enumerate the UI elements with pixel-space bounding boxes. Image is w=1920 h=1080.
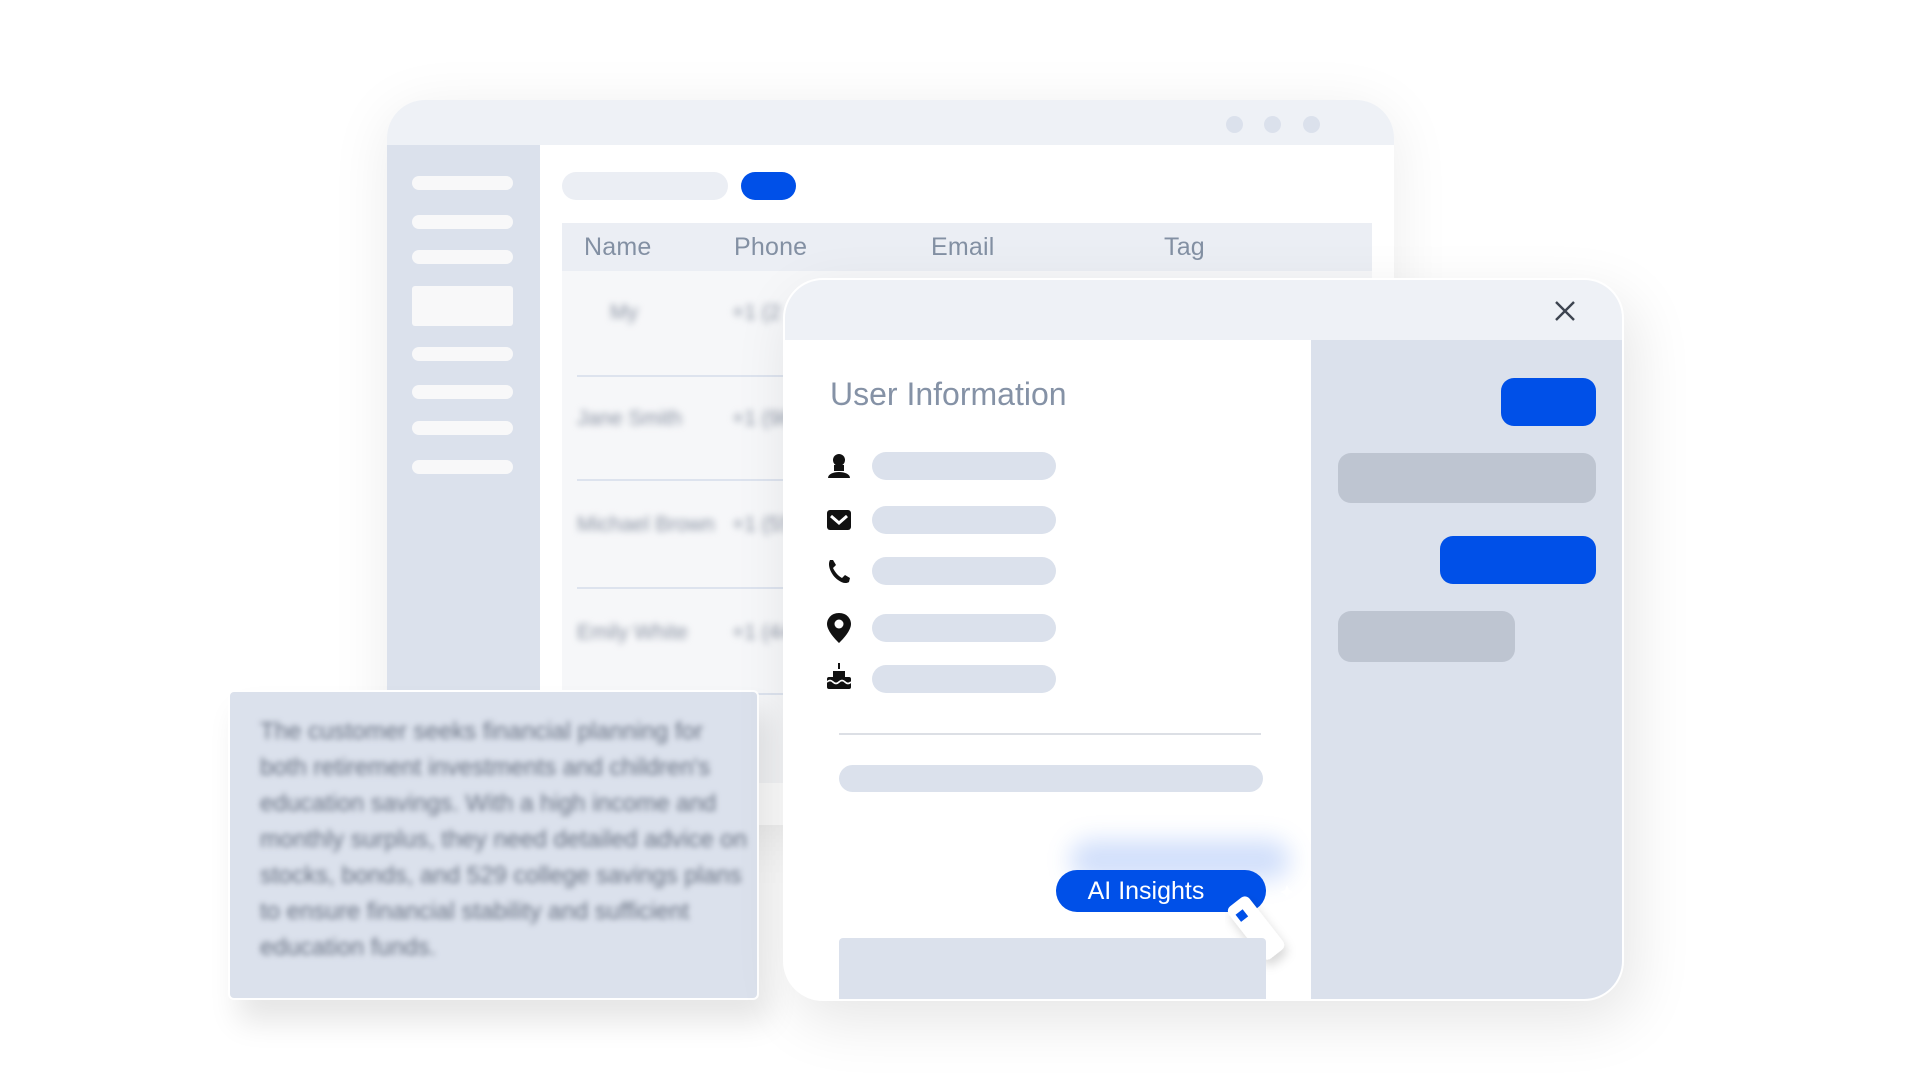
sidebar-item[interactable] xyxy=(412,215,513,229)
user-icon xyxy=(828,454,850,478)
window-control-dot[interactable] xyxy=(1226,116,1243,133)
name-field[interactable] xyxy=(872,452,1056,480)
column-header-name[interactable]: Name xyxy=(584,233,652,262)
sidebar-item[interactable] xyxy=(412,421,513,435)
column-header-phone[interactable]: Phone xyxy=(734,233,807,262)
mail-icon xyxy=(827,510,851,530)
chat-bubble-outgoing[interactable] xyxy=(1440,536,1596,584)
dialog-title: User Information xyxy=(830,376,1067,412)
user-details-panel: User Information AI Insights xyxy=(785,340,1329,999)
column-header-tag[interactable]: Tag xyxy=(1164,233,1205,262)
sidebar-item[interactable] xyxy=(412,250,513,264)
sidebar-item[interactable] xyxy=(412,176,513,190)
address-field[interactable] xyxy=(872,614,1056,642)
email-field[interactable] xyxy=(872,506,1056,534)
dialog-titlebar xyxy=(785,280,1622,340)
birthday-cake-icon xyxy=(826,663,852,689)
window-control-dot[interactable] xyxy=(1264,116,1281,133)
close-icon[interactable] xyxy=(1551,297,1579,325)
user-information-dialog: User Information AI Insights xyxy=(783,278,1624,1001)
chat-bubble-outgoing[interactable] xyxy=(1501,378,1596,426)
phone-icon xyxy=(828,560,850,584)
notes-field[interactable] xyxy=(839,765,1263,792)
cell-name: Emily White xyxy=(577,621,688,644)
birthday-field[interactable] xyxy=(872,665,1056,693)
chat-bubble-incoming[interactable] xyxy=(1338,453,1596,503)
sidebar-item-selected[interactable] xyxy=(412,286,513,326)
insights-output-box[interactable] xyxy=(839,938,1266,999)
cell-phone: +1 (2 xyxy=(732,301,781,324)
window-control-dot[interactable] xyxy=(1303,116,1320,133)
table-header: Name Phone Email Tag xyxy=(562,223,1372,271)
cell-name: My xyxy=(610,301,638,324)
cell-name: Michael Brown xyxy=(577,513,715,536)
location-pin-icon xyxy=(827,613,851,643)
search-input[interactable] xyxy=(562,172,728,200)
search-button[interactable] xyxy=(741,172,796,200)
cell-name: Jane Smith xyxy=(577,407,683,430)
sidebar xyxy=(387,145,540,690)
sidebar-item[interactable] xyxy=(412,460,513,474)
sidebar-item[interactable] xyxy=(412,385,513,399)
window-titlebar xyxy=(387,100,1394,145)
customer-summary-card: The customer seeks financial planning fo… xyxy=(228,690,759,1000)
column-header-email[interactable]: Email xyxy=(931,233,995,262)
chat-panel xyxy=(1311,340,1622,999)
chat-bubble-incoming[interactable] xyxy=(1338,611,1515,662)
customer-summary-text: The customer seeks financial planning fo… xyxy=(260,718,747,961)
sidebar-item[interactable] xyxy=(412,347,513,361)
phone-field[interactable] xyxy=(872,557,1056,585)
section-divider xyxy=(839,733,1261,735)
